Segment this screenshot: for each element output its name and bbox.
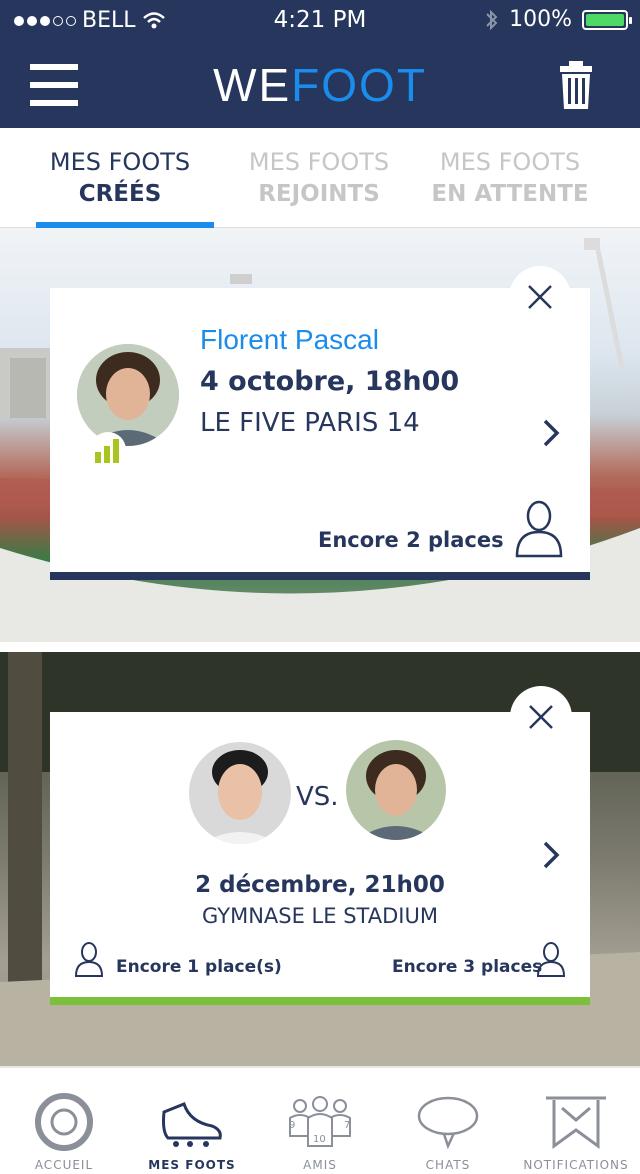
tab-pending-line2: EN ATTENTE bbox=[431, 181, 589, 207]
nav-home-label: ACCUEIL bbox=[34, 1158, 94, 1172]
tab-joined-line2: REJOINTS bbox=[258, 181, 380, 207]
match-datetime: 2 décembre, 21h00 bbox=[195, 872, 445, 898]
chevron-right-icon[interactable] bbox=[542, 840, 560, 870]
person-photo bbox=[346, 740, 446, 840]
status-bar: BELL 4:21 PM 100% bbox=[0, 0, 640, 40]
tab-joined[interactable]: MES FOOTS REJOINTS bbox=[219, 146, 419, 210]
tab-created-line2: CRÉÉS bbox=[78, 181, 162, 207]
person-photo bbox=[189, 742, 291, 844]
close-button[interactable] bbox=[510, 686, 572, 748]
trash-icon[interactable] bbox=[558, 60, 594, 110]
football-boot-icon bbox=[162, 1102, 222, 1147]
match-card-2[interactable]: VS. 2 décembre, 21h00 GYMNASE LE STADIUM… bbox=[50, 686, 590, 1005]
tab-created-line1: MES FOOTS bbox=[49, 148, 191, 176]
bluetooth-icon bbox=[486, 9, 498, 30]
player-icon bbox=[515, 500, 563, 558]
nav-chats[interactable]: CHATS bbox=[384, 1068, 512, 1174]
jersey-number: 7 bbox=[344, 1120, 351, 1131]
jersey-number: 9 bbox=[289, 1120, 296, 1131]
card-gap bbox=[0, 642, 640, 652]
organizer-name[interactable]: Florent Pascal bbox=[200, 324, 379, 356]
person-photo bbox=[77, 344, 179, 446]
tab-created[interactable]: MES FOOTS CRÉÉS bbox=[20, 146, 220, 210]
places-remaining: Encore 2 places bbox=[318, 528, 504, 552]
bottom-navigation: ACCUEIL MES FOOTS 9 10 7 AMIS CHATS NOTI… bbox=[0, 1066, 640, 1174]
status-right: 100% bbox=[485, 7, 632, 32]
nav-notifications[interactable]: NOTIFICATIONS bbox=[512, 1068, 640, 1174]
home-logo-icon bbox=[35, 1093, 93, 1151]
nav-friends-label: AMIS bbox=[303, 1158, 337, 1172]
player-icon bbox=[74, 942, 104, 977]
battery-icon bbox=[582, 9, 632, 30]
match-venue: LE FIVE PARIS 14 bbox=[200, 408, 420, 438]
nav-chats-label: CHATS bbox=[425, 1158, 471, 1172]
bookmark-notification-icon bbox=[546, 1096, 606, 1149]
match-venue: GYMNASE LE STADIUM bbox=[202, 904, 438, 928]
chat-bubble-icon bbox=[417, 1096, 479, 1150]
versus-label: VS. bbox=[296, 782, 339, 812]
match-card-1[interactable]: Florent Pascal 4 octobre, 18h00 LE FIVE … bbox=[50, 266, 590, 580]
team-a-avatar bbox=[189, 742, 291, 844]
logo-foot: FOOT bbox=[291, 59, 427, 111]
close-button[interactable] bbox=[509, 266, 571, 328]
battery-percent: 100% bbox=[509, 7, 572, 32]
logo-we: WE bbox=[213, 59, 292, 111]
nav-friends[interactable]: 9 10 7 AMIS bbox=[256, 1068, 384, 1174]
close-icon bbox=[529, 705, 553, 729]
nav-notifications-label: NOTIFICATIONS bbox=[523, 1158, 629, 1172]
tab-bar: MES FOOTS CRÉÉS MES FOOTS REJOINTS MES F… bbox=[0, 128, 640, 228]
level-bars-icon bbox=[90, 432, 126, 468]
tab-pending[interactable]: MES FOOTS EN ATTENTE bbox=[410, 146, 610, 210]
tab-joined-line1: MES FOOTS bbox=[248, 148, 390, 176]
player-icon bbox=[536, 942, 566, 977]
app-logo: WEFOOT bbox=[0, 58, 640, 112]
nav-home[interactable]: ACCUEIL bbox=[0, 1068, 128, 1174]
tab-pending-line1: MES FOOTS bbox=[439, 148, 581, 176]
jersey-number: 10 bbox=[313, 1134, 326, 1145]
organizer-avatar bbox=[77, 344, 179, 446]
team-b-places: Encore 3 places bbox=[392, 957, 543, 977]
match-datetime: 4 octobre, 18h00 bbox=[200, 366, 460, 397]
close-icon bbox=[528, 285, 552, 309]
nav-my-foots-label: MES FOOTS bbox=[148, 1158, 236, 1172]
app-header: BELL 4:21 PM 100% WEFOOT bbox=[0, 0, 640, 128]
team-a-places: Encore 1 place(s) bbox=[116, 957, 282, 977]
nav-my-foots[interactable]: MES FOOTS bbox=[128, 1068, 256, 1174]
team-b-avatar bbox=[346, 740, 446, 840]
chevron-right-icon[interactable] bbox=[542, 418, 560, 448]
